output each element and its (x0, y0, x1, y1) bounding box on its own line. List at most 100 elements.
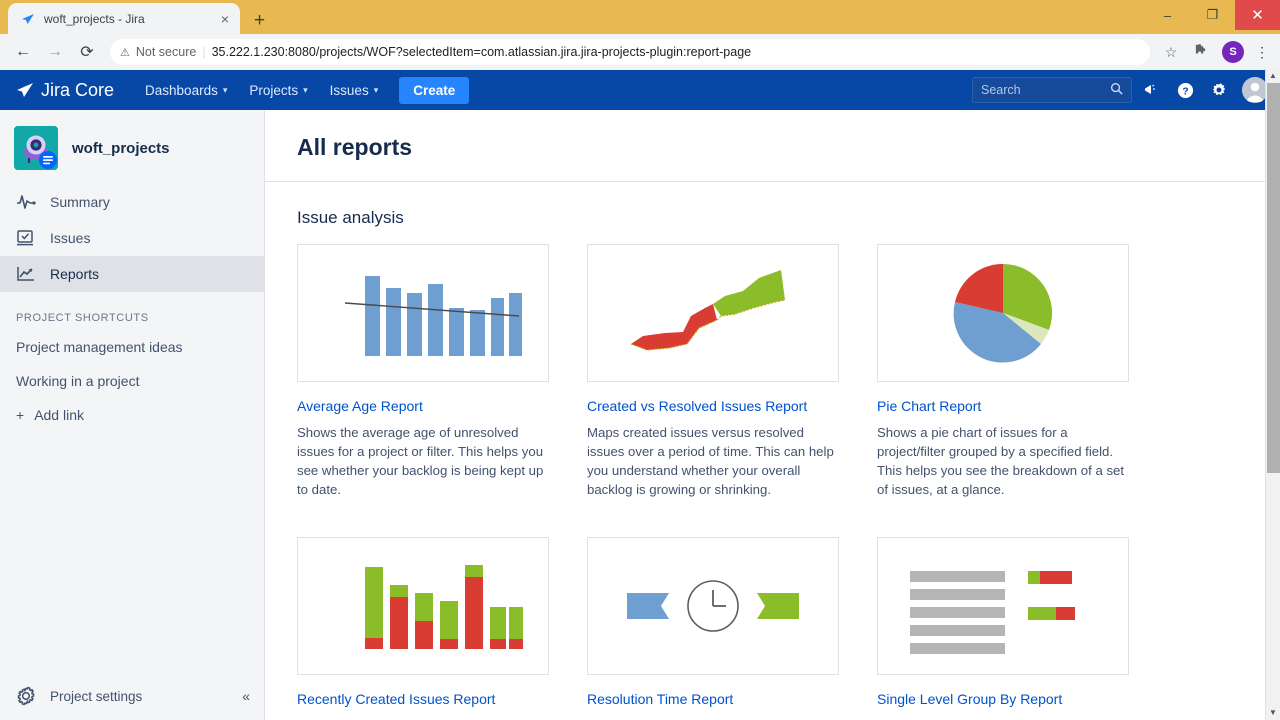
report-description: Shows the average age of unresolved issu… (297, 425, 544, 497)
report-card-average-age[interactable]: Average Age Report Shows the average age… (297, 244, 549, 499)
scroll-up-icon[interactable]: ▲ (1266, 68, 1280, 83)
add-link-label: Add link (34, 407, 84, 423)
main-content: All reports Issue analysis Average Age R… (265, 110, 1280, 720)
app-shell: woft_projects Summary Issues Reports PRO… (0, 110, 1280, 720)
bookmark-star-icon[interactable]: ☆ (1158, 44, 1184, 61)
nav-item-issues[interactable]: Issues ▾ (321, 77, 388, 104)
page-title: All reports (297, 134, 413, 160)
report-card-single-level-group-by[interactable]: Single Level Group By Report Shows issue… (877, 537, 1129, 720)
reload-icon[interactable]: ⟳ (72, 37, 102, 67)
nav-label: Issues (329, 82, 369, 98)
grouped-list-thumb (877, 537, 1129, 675)
section-title: Issue analysis (297, 208, 404, 227)
jira-top-nav: Jira Core Dashboards ▾ Projects ▾ Issues… (0, 70, 1280, 110)
maximize-button[interactable]: ❐ (1190, 0, 1235, 30)
puzzle-icon[interactable] (1188, 43, 1214, 61)
report-description: Shows a pie chart of issues for a projec… (877, 425, 1125, 497)
project-settings-label: Project settings (50, 688, 143, 704)
security-label: Not secure (135, 45, 197, 59)
close-window-button[interactable]: ✕ (1235, 0, 1280, 30)
report-title[interactable]: Recently Created Issues Report (297, 691, 549, 707)
sidebar-section-label: PROJECT SHORTCUTS (16, 312, 149, 324)
report-description: Shows the number of issues created over … (297, 716, 547, 720)
page-header: All reports (265, 110, 1280, 182)
megaphone-icon[interactable] (1136, 75, 1166, 105)
report-card-resolution-time[interactable]: Resolution Time Report Shows the length … (587, 537, 839, 720)
help-icon[interactable]: ? (1170, 75, 1200, 105)
jira-brand[interactable]: Jira Core (16, 80, 114, 101)
sidebar-item-issues[interactable]: Issues (0, 220, 264, 256)
window-controls: – ❐ ✕ (1145, 0, 1280, 30)
report-description: Shows the length of time taken to resolv… (587, 716, 837, 720)
gear-icon (16, 686, 36, 706)
reports-grid: Average Age Report Shows the average age… (265, 244, 1280, 720)
not-secure-icon: ⚠ (120, 46, 130, 59)
new-tab-button[interactable]: + (254, 11, 265, 30)
sidebar-shortcut-project-management-ideas[interactable]: Project management ideas (0, 330, 264, 364)
page-scrollbar[interactable]: ▲ ▼ (1265, 68, 1280, 720)
report-card-created-vs-resolved[interactable]: Created vs Resolved Issues Report Maps c… (587, 244, 839, 499)
nav-label: Dashboards (145, 82, 218, 98)
plus-icon: + (16, 407, 25, 423)
report-title[interactable]: Created vs Resolved Issues Report (587, 398, 839, 414)
sidebar-item-label: Reports (50, 266, 100, 282)
report-description: Shows issues grouped by a particular fie… (877, 716, 1127, 720)
report-card-pie-chart[interactable]: Pie Chart Report Shows a pie chart of is… (877, 244, 1129, 499)
forward-icon[interactable]: → (40, 37, 70, 67)
sidebar-item-summary[interactable]: Summary (0, 184, 264, 220)
divider: | (202, 45, 206, 59)
browser-tab-strip: woft_projects - Jira × + – ❐ ✕ (0, 0, 1280, 34)
address-bar[interactable]: ⚠ Not secure | 35.222.1.230:8080/project… (110, 39, 1150, 65)
scroll-down-icon[interactable]: ▼ (1266, 705, 1280, 720)
search-box[interactable]: Search (972, 77, 1132, 103)
minimize-button[interactable]: – (1145, 0, 1190, 30)
add-link-button[interactable]: + Add link (0, 398, 264, 432)
report-title[interactable]: Average Age Report (297, 398, 549, 414)
nav-item-dashboards[interactable]: Dashboards ▾ (136, 77, 236, 104)
clock-arrows-thumb (587, 537, 839, 675)
gear-icon[interactable] (1204, 75, 1234, 105)
project-settings-row[interactable]: Project settings « (0, 672, 264, 720)
project-avatar (14, 126, 58, 170)
pie-chart-thumb (877, 244, 1129, 382)
browser-tab[interactable]: woft_projects - Jira × (8, 3, 240, 34)
back-icon[interactable]: ← (8, 37, 38, 67)
sidebar-item-reports[interactable]: Reports (0, 256, 264, 292)
chevron-down-icon: ▾ (303, 84, 308, 95)
pulse-icon (16, 192, 36, 212)
bar-chart-with-trendline-thumb (297, 244, 549, 382)
browser-menu-icon[interactable]: ⋮ (1252, 44, 1272, 61)
area-chart-thumb (587, 244, 839, 382)
project-header[interactable]: woft_projects (0, 110, 264, 184)
close-icon[interactable]: × (218, 12, 232, 26)
profile-avatar[interactable]: S (1222, 41, 1244, 63)
brand-label: Jira Core (41, 79, 115, 100)
sidebar-item-label: Summary (50, 194, 110, 210)
report-description: Maps created issues versus resolved issu… (587, 425, 834, 497)
url-text: 35.222.1.230:8080/projects/WOF?selectedI… (211, 45, 752, 59)
jira-logo-icon (16, 81, 34, 99)
report-card-recently-created[interactable]: Recently Created Issues Report Shows the… (297, 537, 549, 720)
browser-toolbar: ← → ⟳ ⚠ Not secure | 35.222.1.230:8080/p… (0, 34, 1280, 70)
sidebar-item-label: Issues (50, 230, 91, 246)
toolbar-actions: ☆ S ⋮ (1158, 41, 1272, 63)
project-name: woft_projects (72, 139, 170, 157)
svg-text:?: ? (1182, 86, 1188, 97)
chevron-down-icon: ▾ (222, 84, 228, 95)
tab-title: woft_projects - Jira (44, 11, 145, 26)
reports-icon (16, 264, 36, 284)
nav-label: Projects (249, 82, 299, 98)
scrollbar-thumb[interactable] (1267, 83, 1280, 473)
search-icon[interactable] (1110, 82, 1123, 98)
collapse-sidebar-icon[interactable]: « (242, 688, 250, 704)
create-button[interactable]: Create (399, 76, 470, 104)
sidebar-shortcut-working-in-a-project[interactable]: Working in a project (0, 364, 264, 398)
nav-item-projects[interactable]: Projects ▾ (240, 77, 316, 104)
project-sidebar: woft_projects Summary Issues Reports PRO… (0, 110, 265, 720)
report-title[interactable]: Single Level Group By Report (877, 691, 1129, 707)
chevron-down-icon: ▾ (373, 84, 379, 95)
report-title[interactable]: Pie Chart Report (877, 398, 1129, 414)
jira-icon (20, 11, 36, 27)
report-title[interactable]: Resolution Time Report (587, 691, 839, 707)
stacked-bar-chart-thumb (297, 537, 549, 675)
